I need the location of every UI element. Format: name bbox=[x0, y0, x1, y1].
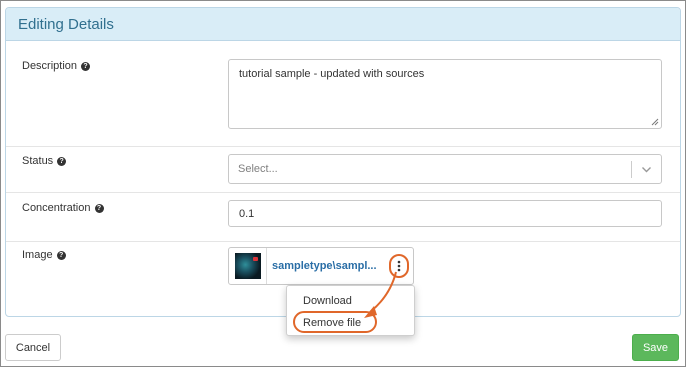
description-label-text: Description bbox=[22, 60, 78, 72]
chevron-down-icon[interactable] bbox=[641, 164, 652, 175]
editing-details-panel: Editing Details Description ? tutorial s… bbox=[5, 7, 681, 317]
row-divider bbox=[6, 192, 680, 193]
image-label-text: Image bbox=[22, 249, 53, 261]
annotation-arrow bbox=[364, 271, 397, 318]
cancel-button[interactable]: Cancel bbox=[5, 334, 61, 361]
status-label: Status ? bbox=[22, 155, 67, 167]
concentration-value: 0.1 bbox=[239, 207, 255, 220]
row-divider bbox=[6, 146, 680, 147]
description-textarea[interactable]: tutorial sample - updated with sources bbox=[228, 59, 662, 129]
concentration-label: Concentration ? bbox=[22, 202, 104, 214]
status-select[interactable]: Select... bbox=[228, 154, 662, 184]
image-label: Image ? bbox=[22, 249, 66, 261]
status-label-text: Status bbox=[22, 155, 54, 167]
question-circle-icon[interactable]: ? bbox=[94, 203, 104, 213]
question-circle-icon[interactable]: ? bbox=[57, 156, 67, 166]
description-value: tutorial sample - updated with sources bbox=[239, 68, 425, 80]
thumbnail-picture bbox=[234, 253, 261, 279]
menu-item-download[interactable]: Download bbox=[303, 295, 352, 307]
panel-heading: Editing Details bbox=[6, 8, 680, 41]
panel-title: Editing Details bbox=[18, 15, 114, 33]
resize-grip-icon[interactable] bbox=[651, 118, 659, 126]
row-divider bbox=[6, 241, 680, 242]
description-label: Description ? bbox=[22, 60, 91, 72]
save-button[interactable]: Save bbox=[632, 334, 679, 361]
menu-item-remove-file[interactable]: Remove file bbox=[303, 317, 361, 329]
question-circle-icon[interactable]: ? bbox=[56, 250, 66, 260]
concentration-input[interactable]: 0.1 bbox=[228, 200, 662, 227]
select-divider bbox=[631, 161, 632, 178]
image-thumbnail[interactable] bbox=[229, 248, 267, 284]
status-placeholder: Select... bbox=[238, 163, 278, 175]
concentration-label-text: Concentration bbox=[22, 202, 91, 214]
question-circle-icon[interactable]: ? bbox=[81, 61, 91, 71]
